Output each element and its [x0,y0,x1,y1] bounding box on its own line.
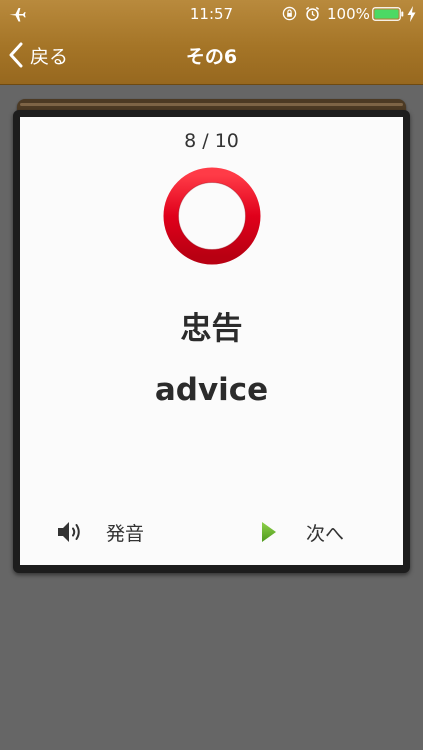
word-japanese: 忠告 [180,311,243,347]
status-bar: 11:57 100% [0,0,423,28]
flashcard-face: 8 / 10 忠告 advice 発音 次へ [20,117,403,565]
card-stack-edge [20,103,403,106]
header: 11:57 100% 戻る その6 [0,0,423,85]
battery-percent: 100% [327,5,370,23]
progress-counter: 8 / 10 [184,130,239,152]
word-english: advice [154,372,269,408]
rotation-lock-icon [282,6,297,21]
pronounce-label: 発音 [106,522,145,545]
page-title: その6 [185,46,238,68]
correct-circle-icon [163,167,261,265]
charging-bolt-icon [407,6,416,22]
next-button[interactable]: 次へ [260,517,344,547]
alarm-icon [305,6,320,21]
play-arrow-icon [262,522,276,542]
pronounce-button[interactable]: 発音 [56,517,144,547]
next-label: 次へ [306,522,345,545]
battery-icon [372,7,404,21]
flashcard: 8 / 10 忠告 advice 発音 次へ [13,110,410,573]
navigation-bar: 戻る その6 [0,28,423,84]
speaker-icon [58,522,80,542]
